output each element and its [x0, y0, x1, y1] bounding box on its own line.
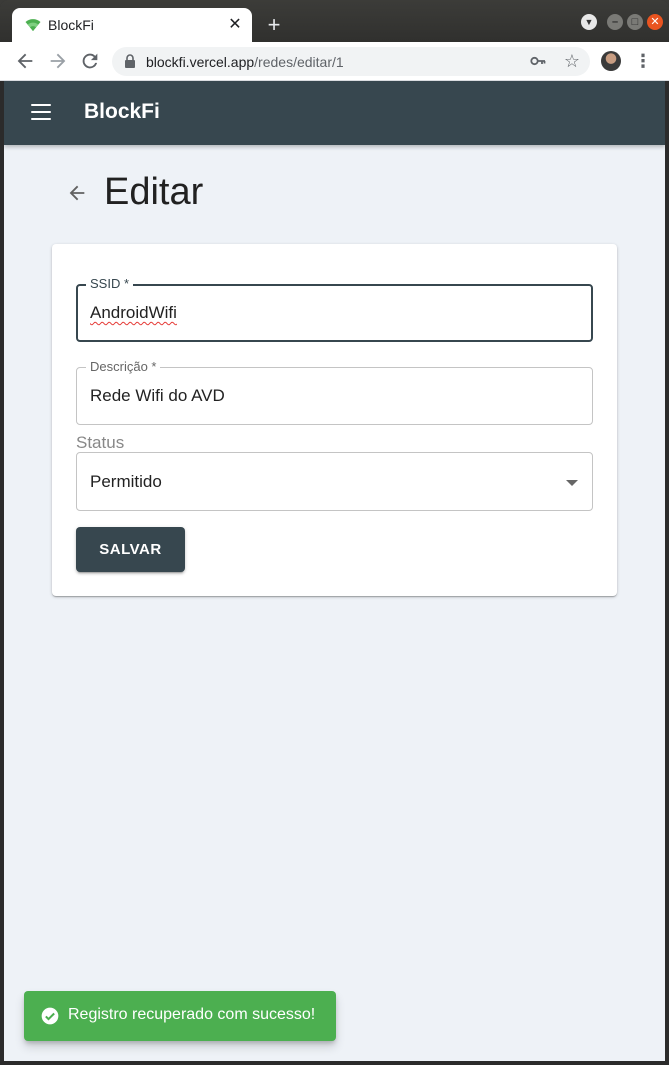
hamburger-menu-icon[interactable] — [31, 104, 51, 122]
save-button[interactable]: SALVAR — [76, 527, 185, 572]
key-icon[interactable] — [530, 53, 546, 69]
url-host: blockfi.vercel.app — [146, 54, 255, 70]
ssid-label: SSID * — [86, 276, 134, 291]
window-controls: ▼ – □ ✕ — [581, 14, 663, 30]
browser-toolbar: blockfi.vercel.app/redes/editar/1 ☆ ⋮ — [0, 42, 669, 81]
browser-tab[interactable]: BlockFi ✕ — [12, 8, 252, 42]
tab-close-icon[interactable]: ✕ — [226, 16, 244, 34]
snackbar-message: Registro recuperado com sucesso! — [68, 1006, 316, 1023]
page-title: Editar — [104, 171, 204, 213]
page-viewport: BlockFi Editar SSID * AndroidWifi Descri… — [4, 81, 665, 1061]
ssid-field[interactable]: SSID * AndroidWifi — [76, 276, 593, 342]
new-tab-button[interactable]: + — [262, 14, 286, 38]
back-nav-icon[interactable] — [14, 50, 36, 72]
browser-menu-icon[interactable]: ⋮ — [634, 50, 652, 72]
app-bar: BlockFi — [4, 81, 665, 145]
success-snackbar: Registro recuperado com sucesso! — [24, 991, 336, 1041]
description-input[interactable]: Rede Wifi do AVD — [90, 386, 225, 406]
tab-search-icon[interactable]: ▼ — [581, 14, 597, 30]
address-bar[interactable]: blockfi.vercel.app/redes/editar/1 ☆ — [112, 47, 590, 76]
maximize-icon[interactable]: □ — [627, 14, 643, 30]
status-select-value: Permitido — [90, 472, 162, 491]
minimize-icon[interactable]: – — [607, 14, 623, 30]
description-field[interactable]: Descrição * Rede Wifi do AVD — [76, 359, 593, 425]
tab-strip: BlockFi ✕ + ▼ – □ ✕ — [0, 0, 669, 42]
url-path: /redes/editar/1 — [254, 54, 344, 70]
dropdown-caret-icon — [566, 480, 578, 486]
wifi-icon — [25, 19, 41, 31]
app-title: BlockFi — [84, 100, 160, 123]
forward-nav-icon[interactable] — [47, 50, 69, 72]
tab-title: BlockFi — [48, 17, 94, 33]
window-close-icon[interactable]: ✕ — [647, 14, 663, 30]
url-text: blockfi.vercel.app/redes/editar/1 — [146, 54, 344, 70]
reload-icon[interactable] — [79, 50, 101, 72]
ssid-input[interactable]: AndroidWifi — [90, 303, 177, 323]
edit-form-card: SSID * AndroidWifi Descrição * Rede Wifi… — [52, 244, 617, 596]
profile-avatar[interactable] — [601, 51, 621, 71]
check-circle-icon — [41, 1007, 59, 1025]
status-select[interactable]: Permitido — [76, 452, 593, 511]
browser-window: BlockFi ✕ + ▼ – □ ✕ blockfi.vercel.app/r… — [0, 0, 669, 1065]
back-arrow-icon[interactable] — [66, 182, 88, 204]
lock-icon — [125, 54, 135, 68]
bookmark-star-icon[interactable]: ☆ — [562, 50, 582, 72]
status-label: Status — [76, 433, 125, 452]
description-label: Descrição * — [86, 359, 161, 374]
